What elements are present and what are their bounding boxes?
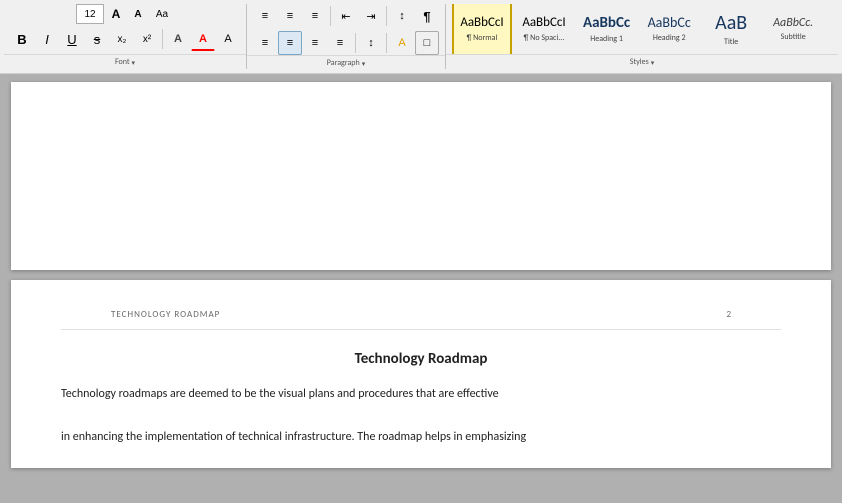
document-body: Technology roadmaps are deemed to be the… xyxy=(61,384,781,449)
style-subtitle[interactable]: AaBbCc. Subtitle xyxy=(763,4,823,54)
font-size-input[interactable]: 12 xyxy=(76,4,104,24)
style-normal[interactable]: AaBbCcI ¶ Normal xyxy=(452,4,512,54)
increase-indent-btn[interactable]: ⇥ xyxy=(359,4,383,28)
style-heading2-label: Heading 2 xyxy=(653,33,686,43)
underline-btn[interactable]: U xyxy=(60,27,84,51)
number-list-btn[interactable]: ≡ xyxy=(278,4,302,28)
body-paragraph-line2: in enhancing the implementation of techn… xyxy=(61,427,781,449)
paragraph-section-label: Paragraph ▾ xyxy=(247,55,445,70)
font-section-label: Font ▾ xyxy=(4,54,246,69)
font-section: 12 A A Aa B I U s x₂ x² A A A Font ▾ xyxy=(4,4,247,69)
paragraph-section: ≡ ≡ ≡ ⇤ ⇥ ↕ ¶ ≡ ≡ ≡ ≡ ↕ A □ xyxy=(247,4,446,69)
style-no-spacing-preview: AaBbCcI xyxy=(522,15,565,31)
line-spacing-btn[interactable]: ↕ xyxy=(359,31,383,55)
style-no-spacing[interactable]: AaBbCcI ¶ No Spaci... xyxy=(514,4,574,54)
divider xyxy=(386,33,387,53)
styles-section: AaBbCcI ¶ Normal AaBbCcI ¶ No Spaci... A… xyxy=(446,4,838,69)
bold-btn[interactable]: B xyxy=(10,27,34,51)
multilevel-list-btn[interactable]: ≡ xyxy=(303,4,327,28)
font-section-arrow[interactable]: ▾ xyxy=(132,58,136,67)
font-size-down-btn[interactable]: A xyxy=(128,6,148,22)
font-case-btn[interactable]: Aa xyxy=(150,4,174,24)
bullet-list-btn[interactable]: ≡ xyxy=(253,4,277,28)
style-title-label: Title xyxy=(724,37,738,47)
border-btn[interactable]: □ xyxy=(415,31,439,55)
subscript-btn[interactable]: x₂ xyxy=(110,27,134,51)
superscript-btn[interactable]: x² xyxy=(135,27,159,51)
divider xyxy=(386,6,387,26)
page-header: TECHNOLOGY ROADMAP 2 xyxy=(61,300,781,330)
align-center-btn[interactable]: ≡ xyxy=(278,31,302,55)
style-heading1-preview: AaBbCc xyxy=(583,14,630,32)
body-paragraph-line1: Technology roadmaps are deemed to be the… xyxy=(61,384,781,406)
text-effects-btn[interactable]: A xyxy=(216,27,240,51)
page-2: TECHNOLOGY ROADMAP 2 Technology Roadmap … xyxy=(11,280,831,468)
page-1 xyxy=(11,82,831,270)
paragraph-section-arrow[interactable]: ▾ xyxy=(362,59,366,68)
style-heading1-label: Heading 1 xyxy=(590,34,623,44)
align-justify-btn[interactable]: ≡ xyxy=(328,31,352,55)
strikethrough-btn[interactable]: s xyxy=(85,27,109,51)
divider xyxy=(330,6,331,26)
document-area: TECHNOLOGY ROADMAP 2 Technology Roadmap … xyxy=(0,74,842,487)
align-left-btn[interactable]: ≡ xyxy=(253,31,277,55)
document-heading: Technology Roadmap xyxy=(61,350,781,368)
style-heading1[interactable]: AaBbCc Heading 1 xyxy=(576,4,637,54)
show-formatting-btn[interactable]: ¶ xyxy=(415,4,439,28)
font-color-btn[interactable]: A xyxy=(191,27,215,51)
decrease-indent-btn[interactable]: ⇤ xyxy=(334,4,358,28)
divider xyxy=(162,29,163,49)
italic-btn[interactable]: I xyxy=(35,27,59,51)
style-no-spacing-label: ¶ No Spaci... xyxy=(524,33,565,43)
page-number: 2 xyxy=(726,309,731,320)
divider xyxy=(355,33,356,53)
styles-section-arrow[interactable]: ▾ xyxy=(651,58,655,67)
style-title-preview: AaB xyxy=(715,11,747,35)
align-right-btn[interactable]: ≡ xyxy=(303,31,327,55)
page-header-title: TECHNOLOGY ROADMAP xyxy=(111,309,220,320)
style-heading2-preview: AaBbCc xyxy=(648,15,691,32)
sort-btn[interactable]: ↕ xyxy=(390,4,414,28)
styles-section-label: Styles ▾ xyxy=(446,54,838,69)
style-normal-preview: AaBbCcI xyxy=(460,15,503,31)
style-title[interactable]: AaB Title xyxy=(701,4,761,54)
style-heading2[interactable]: AaBbCc Heading 2 xyxy=(639,4,699,54)
style-normal-label: ¶ Normal xyxy=(467,33,498,43)
style-subtitle-preview: AaBbCc. xyxy=(773,16,813,30)
style-subtitle-label: Subtitle xyxy=(781,32,806,42)
shading-btn[interactable]: A xyxy=(390,31,414,55)
font-size-up-btn[interactable]: A xyxy=(106,4,126,24)
toolbar: 12 A A Aa B I U s x₂ x² A A A Font ▾ xyxy=(0,0,842,74)
text-highlight-btn[interactable]: A xyxy=(166,27,190,51)
